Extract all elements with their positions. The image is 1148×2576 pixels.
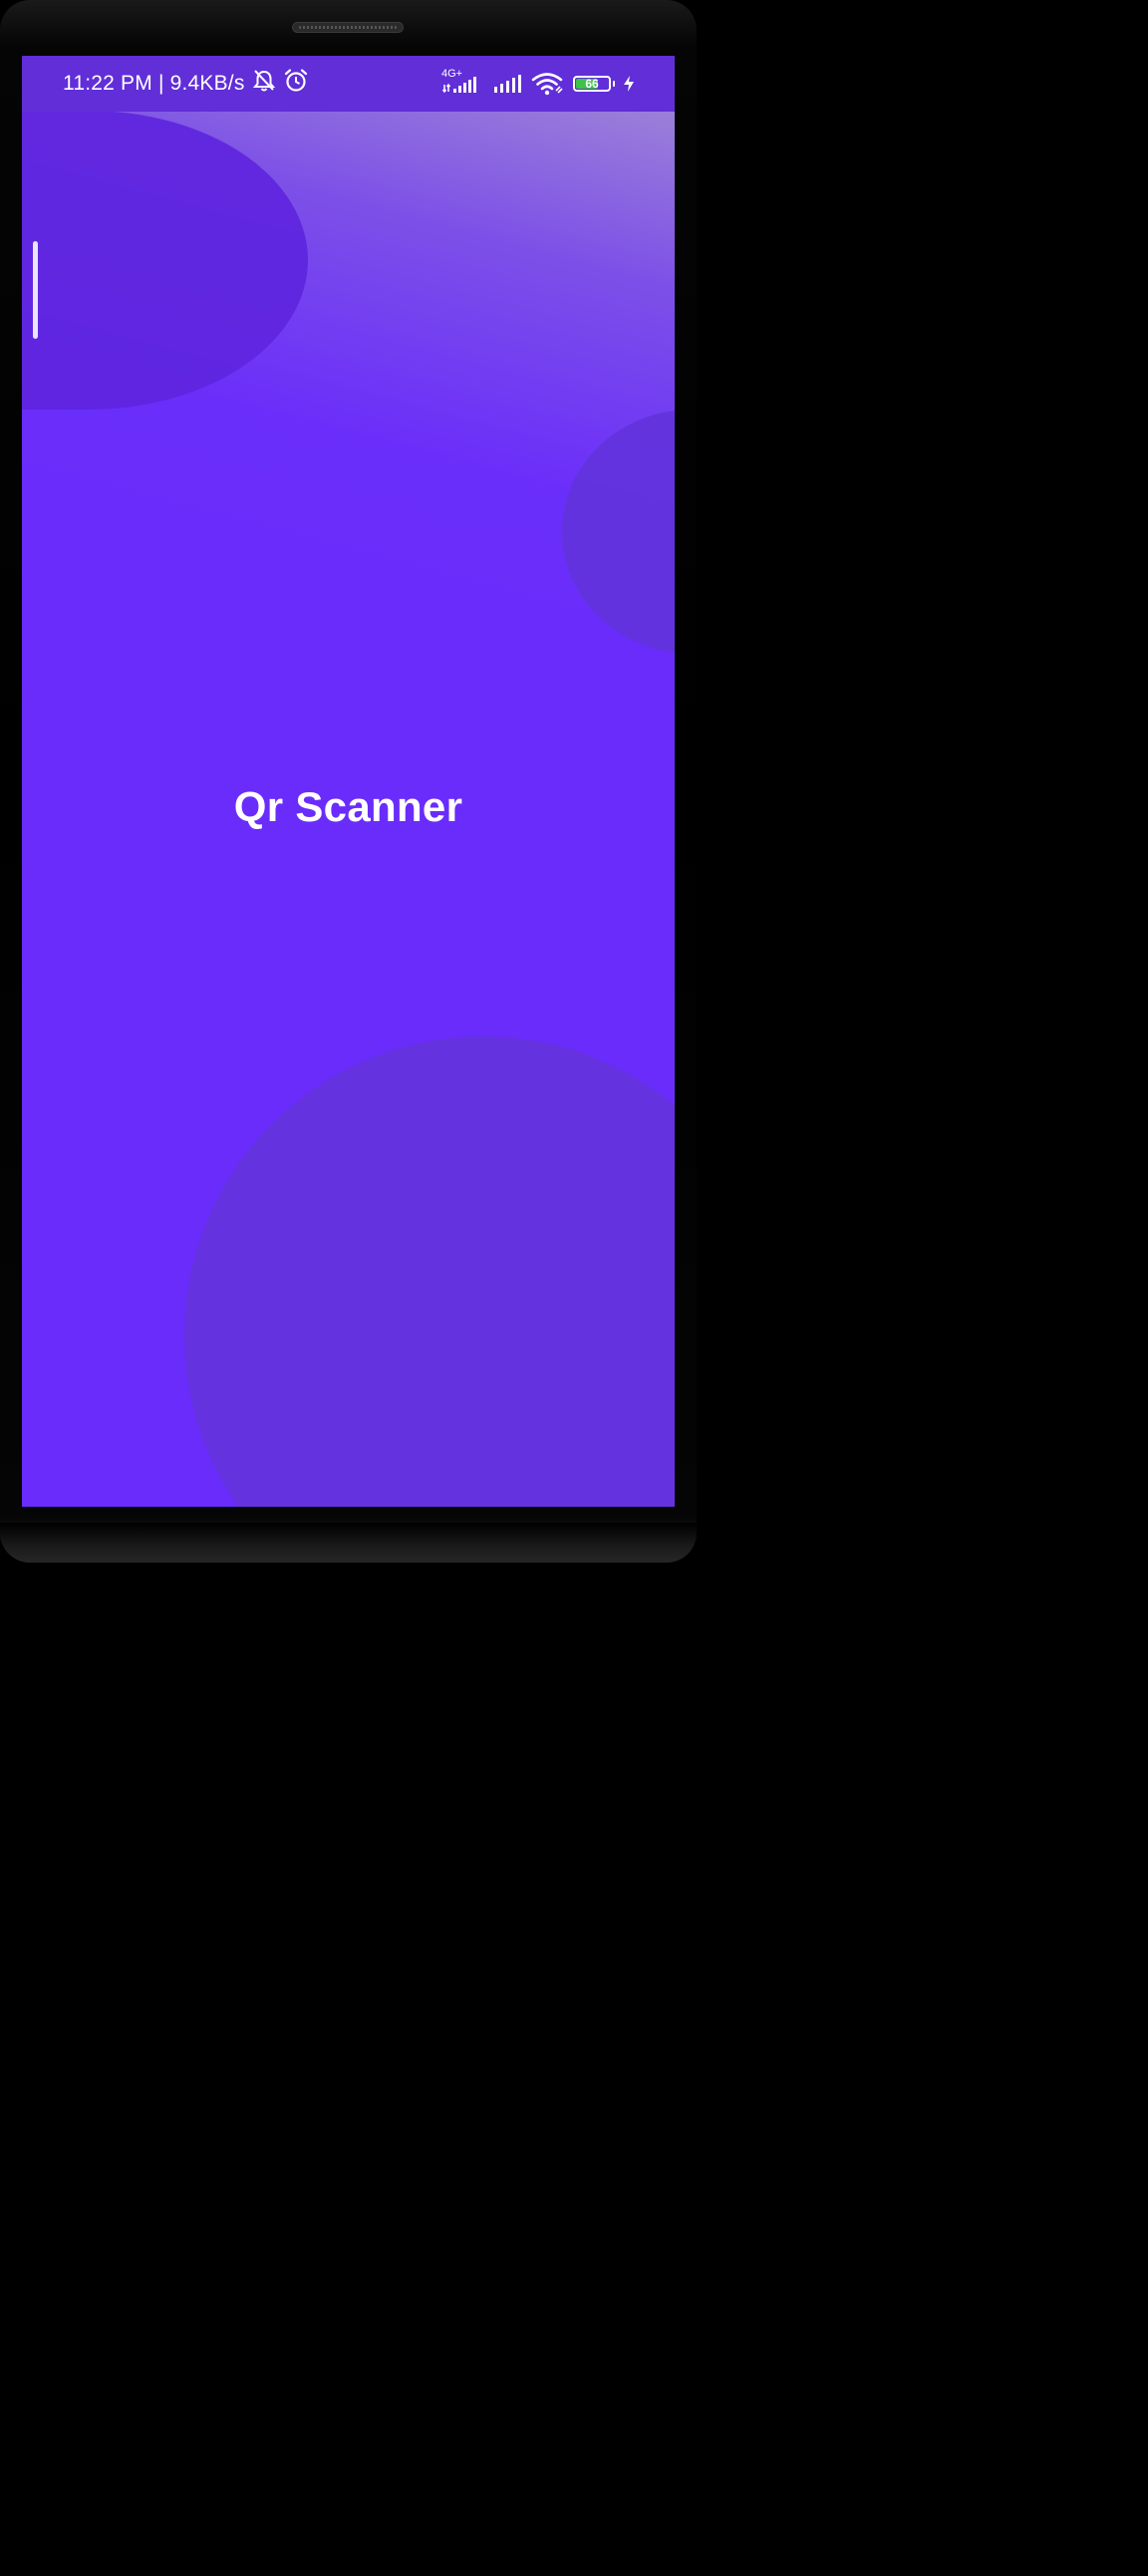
battery-level: 66: [585, 77, 599, 91]
splash-screen: 11:22 PM | 9.4KB/s 4G+ 66 Qr Scanner: [22, 56, 675, 1507]
scroll-indicator: [33, 241, 38, 339]
battery-cap: [613, 81, 615, 87]
battery-body: 66: [573, 76, 611, 92]
status-left: 11:22 PM | 9.4KB/s: [63, 68, 309, 100]
signal-icon: 4G+: [441, 68, 485, 97]
status-network-speed: 9.4KB/s: [169, 72, 245, 95]
phone-frame: 11:22 PM | 9.4KB/s 4G+ 66 Qr Scanner: [0, 0, 697, 1563]
alarm-icon: [283, 68, 309, 100]
status-time: 11:22 PM: [63, 72, 152, 95]
wifi-icon: [531, 71, 565, 97]
signal-icon-secondary: [493, 73, 523, 95]
status-bar: 11:22 PM | 9.4KB/s 4G+ 66: [22, 56, 675, 112]
phone-chin: [0, 1523, 697, 1563]
status-separator: |: [157, 72, 164, 95]
battery-icon: 66: [573, 76, 615, 92]
charging-icon: [623, 75, 635, 93]
status-right-icons: 4G+ 66: [441, 56, 635, 112]
bell-off-icon: [251, 69, 277, 99]
speaker-grille: [292, 22, 404, 33]
app-title: Qr Scanner: [233, 783, 463, 830]
decorative-blob-bottom: [184, 1036, 675, 1507]
